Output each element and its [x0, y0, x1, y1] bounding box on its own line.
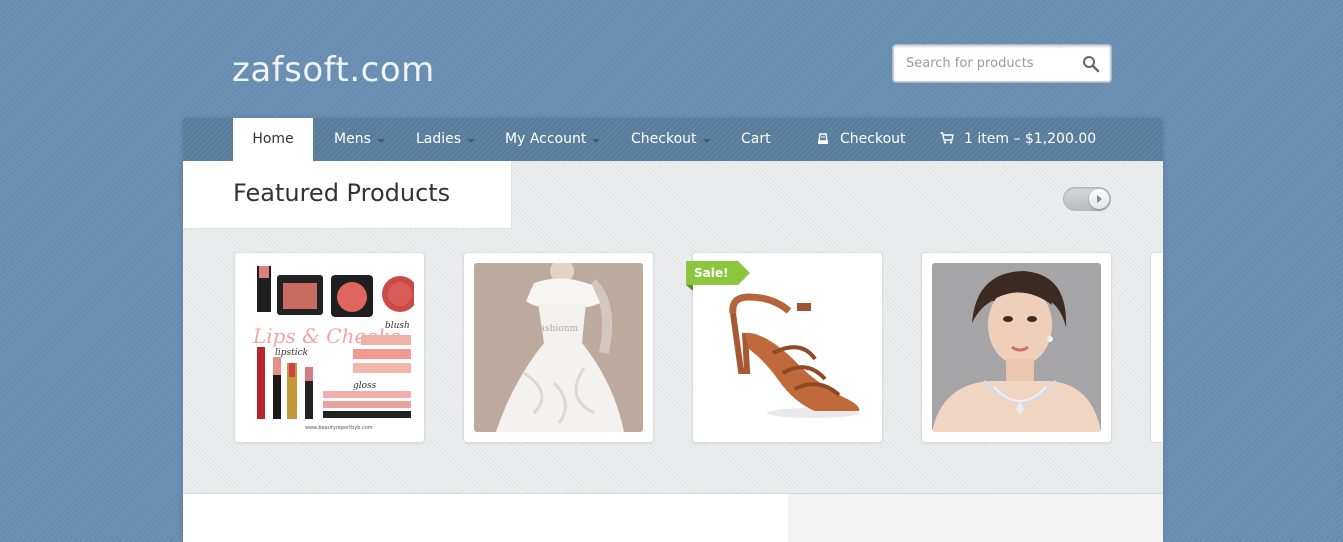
- checkout-link-label: Checkout: [840, 131, 906, 147]
- svg-text:blush: blush: [385, 321, 410, 331]
- sale-badge: Sale!: [686, 261, 752, 291]
- search-input[interactable]: [894, 46, 1074, 81]
- product-card[interactable]: Fashionm: [463, 252, 654, 443]
- product-image-sandal[interactable]: [703, 263, 872, 432]
- checkout-icon: [818, 133, 828, 144]
- nav-item-label: Cart: [741, 131, 771, 147]
- svg-text:gloss: gloss: [353, 381, 377, 391]
- product-image-wedding-dress[interactable]: Fashionm: [474, 263, 643, 432]
- product-image-cosmetics[interactable]: Lips & Cheeks blush lipstick gloss www.b…: [245, 263, 414, 432]
- play-icon: [1089, 189, 1109, 209]
- main-container: Home Mens Ladies My Account Checkout Car…: [183, 118, 1163, 542]
- product-card[interactable]: Lips & Cheeks blush lipstick gloss www.b…: [234, 252, 425, 443]
- site-title[interactable]: zafsoft.com: [232, 50, 435, 90]
- featured-products-section: Featured Products Lips & Cheeks blush li…: [183, 161, 1163, 494]
- product-image-necklace[interactable]: [932, 263, 1101, 432]
- svg-text:Fashionm: Fashionm: [534, 324, 579, 334]
- nav-item-home[interactable]: Home: [233, 118, 313, 162]
- slider-toggle[interactable]: [1063, 187, 1111, 211]
- chevron-down-icon: [376, 139, 385, 143]
- nav-item-label: Ladies: [416, 131, 462, 147]
- nav-item-label: Checkout: [631, 131, 697, 147]
- search-icon[interactable]: [1082, 55, 1100, 73]
- chevron-down-icon: [592, 139, 601, 143]
- sidebar-area: [788, 494, 1163, 542]
- nav-item-mens[interactable]: Mens: [334, 118, 385, 161]
- nav-item-ladies[interactable]: Ladies: [416, 118, 476, 161]
- cart-summary-label: 1 item – $1,200.00: [964, 131, 1097, 147]
- chevron-down-icon: [467, 139, 476, 143]
- nav-item-cart[interactable]: Cart: [741, 118, 771, 161]
- product-card[interactable]: Sale!: [686, 252, 883, 443]
- cart-icon: [940, 132, 954, 144]
- nav-item-my-account[interactable]: My Account: [505, 118, 601, 161]
- content-area: [183, 494, 788, 542]
- chevron-down-icon: [702, 139, 711, 143]
- nav-item-label: Mens: [334, 131, 371, 147]
- search-box: [893, 45, 1111, 82]
- product-card-partial[interactable]: [1150, 252, 1163, 443]
- nav-item-label: My Account: [505, 131, 587, 147]
- checkout-link[interactable]: Checkout: [816, 118, 906, 161]
- svg-text:www.beautyreportbyb.com: www.beautyreportbyb.com: [305, 425, 373, 431]
- nav-item-label: Home: [252, 131, 294, 147]
- cart-summary[interactable]: 1 item – $1,200.00: [940, 118, 1096, 161]
- product-card[interactable]: [921, 252, 1112, 443]
- section-header: Featured Products: [183, 161, 512, 229]
- nav-item-checkout[interactable]: Checkout: [631, 118, 711, 161]
- section-title: Featured Products: [233, 179, 451, 207]
- svg-text:lipstick: lipstick: [275, 348, 308, 358]
- primary-navigation: Home Mens Ladies My Account Checkout Car…: [183, 118, 1163, 162]
